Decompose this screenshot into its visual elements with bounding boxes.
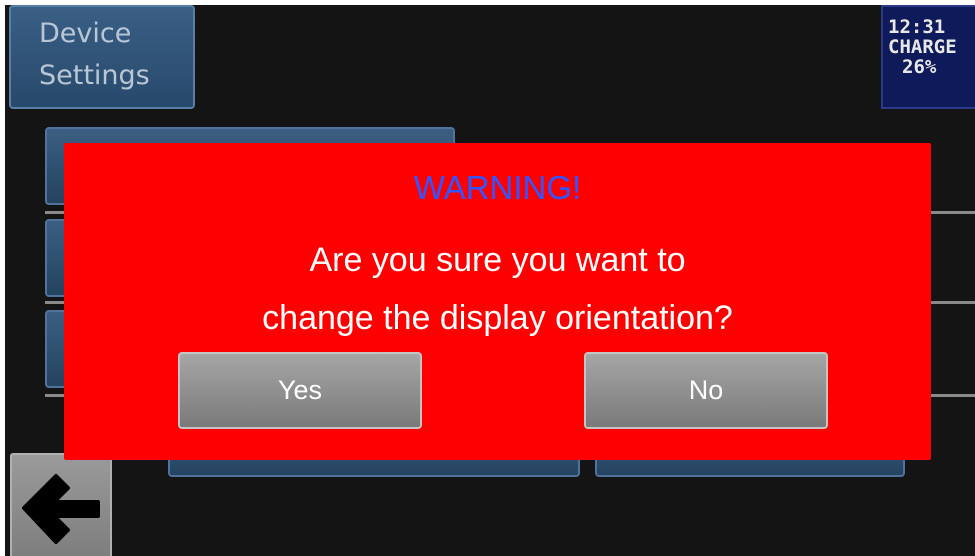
title-line-1: Device	[39, 18, 132, 49]
device-settings-button[interactable]: Device Settings	[9, 5, 195, 109]
clock-time: 12:31	[888, 16, 946, 38]
dialog-message-line-2: change the display orientation?	[262, 299, 733, 337]
yes-button[interactable]: Yes	[178, 352, 422, 429]
no-button[interactable]: No	[584, 352, 828, 429]
dialog-message: Are you sure you want to change the disp…	[64, 231, 931, 347]
title-line-2: Settings	[39, 60, 150, 91]
arrow-left-icon	[22, 474, 100, 544]
charge-percent: 26%	[902, 56, 937, 78]
warning-dialog: WARNING! Are you sure you want to change…	[64, 143, 931, 460]
back-button[interactable]	[10, 453, 112, 556]
charge-label: CHARGE	[888, 36, 957, 58]
device-panel: Device Settings 12:31 CHARGE 26% WARNING…	[5, 5, 975, 556]
dialog-title: WARNING!	[413, 169, 582, 206]
dialog-message-line-1: Are you sure you want to	[309, 241, 686, 279]
status-indicator: 12:31 CHARGE 26%	[881, 5, 975, 109]
screen: Device Settings 12:31 CHARGE 26% WARNING…	[0, 0, 975, 556]
